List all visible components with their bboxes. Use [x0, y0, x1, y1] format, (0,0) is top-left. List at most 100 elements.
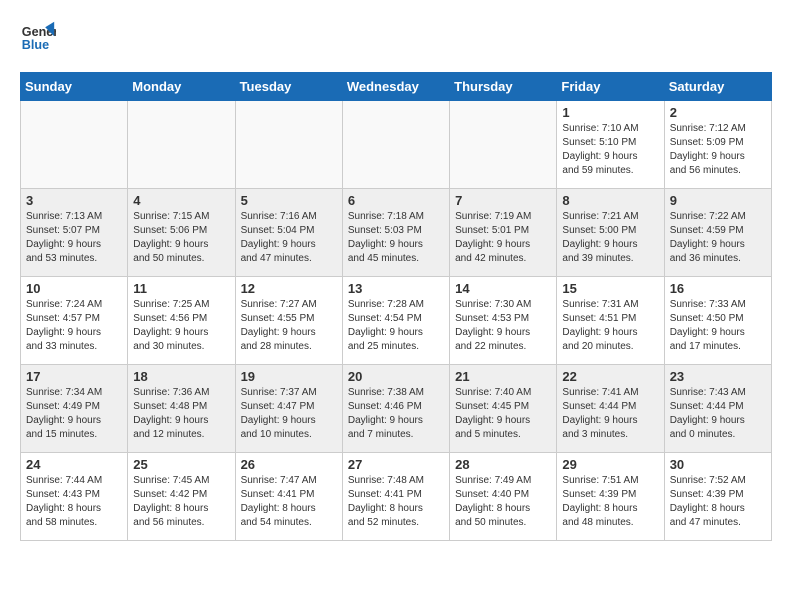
calendar-cell: 23 Sunrise: 7:43 AM Sunset: 4:44 PM Dayli… [664, 365, 771, 453]
weekday-header-wednesday: Wednesday [342, 73, 449, 101]
day-number: 18 [133, 369, 229, 384]
svg-text:Blue: Blue [22, 38, 49, 52]
cell-text: Sunrise: 7:44 AM Sunset: 4:43 PM Dayligh… [26, 474, 122, 530]
cell-text: Sunrise: 7:13 AM Sunset: 5:07 PM Dayligh… [26, 210, 122, 266]
cell-text: Sunrise: 7:40 AM Sunset: 4:45 PM Dayligh… [455, 386, 551, 442]
cell-text: Sunrise: 7:12 AM Sunset: 5:09 PM Dayligh… [670, 122, 766, 178]
cell-text: Sunrise: 7:36 AM Sunset: 4:48 PM Dayligh… [133, 386, 229, 442]
weekday-header-monday: Monday [128, 73, 235, 101]
day-number: 11 [133, 281, 229, 296]
cell-text: Sunrise: 7:41 AM Sunset: 4:44 PM Dayligh… [562, 386, 658, 442]
cell-text: Sunrise: 7:16 AM Sunset: 5:04 PM Dayligh… [241, 210, 337, 266]
calendar-cell [21, 101, 128, 189]
cell-text: Sunrise: 7:31 AM Sunset: 4:51 PM Dayligh… [562, 298, 658, 354]
calendar-cell: 1 Sunrise: 7:10 AM Sunset: 5:10 PM Daylig… [557, 101, 664, 189]
day-number: 13 [348, 281, 444, 296]
calendar-cell: 29 Sunrise: 7:51 AM Sunset: 4:39 PM Dayli… [557, 453, 664, 541]
calendar-cell: 15 Sunrise: 7:31 AM Sunset: 4:51 PM Dayli… [557, 277, 664, 365]
cell-text: Sunrise: 7:27 AM Sunset: 4:55 PM Dayligh… [241, 298, 337, 354]
day-number: 23 [670, 369, 766, 384]
day-number: 21 [455, 369, 551, 384]
weekday-header-row: SundayMondayTuesdayWednesdayThursdayFrid… [21, 73, 772, 101]
cell-text: Sunrise: 7:15 AM Sunset: 5:06 PM Dayligh… [133, 210, 229, 266]
calendar-cell: 17 Sunrise: 7:34 AM Sunset: 4:49 PM Dayli… [21, 365, 128, 453]
cell-text: Sunrise: 7:30 AM Sunset: 4:53 PM Dayligh… [455, 298, 551, 354]
calendar-cell: 25 Sunrise: 7:45 AM Sunset: 4:42 PM Dayli… [128, 453, 235, 541]
calendar-cell: 13 Sunrise: 7:28 AM Sunset: 4:54 PM Dayli… [342, 277, 449, 365]
day-number: 25 [133, 457, 229, 472]
calendar-cell: 27 Sunrise: 7:48 AM Sunset: 4:41 PM Dayli… [342, 453, 449, 541]
cell-text: Sunrise: 7:25 AM Sunset: 4:56 PM Dayligh… [133, 298, 229, 354]
calendar-cell: 22Sunrise: 7:41 AM Sunset: 4:44 PM Dayli… [557, 365, 664, 453]
day-number: 24 [26, 457, 122, 472]
day-number: 1 [562, 105, 658, 120]
weekday-header-friday: Friday [557, 73, 664, 101]
cell-text: Sunrise: 7:18 AM Sunset: 5:03 PM Dayligh… [348, 210, 444, 266]
cell-text: Sunrise: 7:45 AM Sunset: 4:42 PM Dayligh… [133, 474, 229, 530]
day-number: 17 [26, 369, 122, 384]
calendar-cell: 9 Sunrise: 7:22 AM Sunset: 4:59 PM Daylig… [664, 189, 771, 277]
calendar-cell: 7 Sunrise: 7:19 AM Sunset: 5:01 PM Daylig… [450, 189, 557, 277]
header: General Blue [20, 20, 772, 56]
day-number: 10 [26, 281, 122, 296]
cell-text: Sunrise: 7:43 AM Sunset: 4:44 PM Dayligh… [670, 386, 766, 442]
cell-text: Sunrise: 7:21 AM Sunset: 5:00 PM Dayligh… [562, 210, 658, 266]
calendar-cell: 8 Sunrise: 7:21 AM Sunset: 5:00 PM Daylig… [557, 189, 664, 277]
day-number: 14 [455, 281, 551, 296]
day-number: 28 [455, 457, 551, 472]
cell-text: Sunrise: 7:28 AM Sunset: 4:54 PM Dayligh… [348, 298, 444, 354]
calendar-cell: 3 Sunrise: 7:13 AM Sunset: 5:07 PM Daylig… [21, 189, 128, 277]
cell-text: Sunrise: 7:10 AM Sunset: 5:10 PM Dayligh… [562, 122, 658, 178]
day-number: 5 [241, 193, 337, 208]
day-number: 8 [562, 193, 658, 208]
day-number: 2 [670, 105, 766, 120]
cell-text: Sunrise: 7:19 AM Sunset: 5:01 PM Dayligh… [455, 210, 551, 266]
calendar-cell: 21 Sunrise: 7:40 AM Sunset: 4:45 PM Dayli… [450, 365, 557, 453]
day-number: 7 [455, 193, 551, 208]
day-number: 20 [348, 369, 444, 384]
day-number: 16 [670, 281, 766, 296]
week-row-2: 10 Sunrise: 7:24 AM Sunset: 4:57 PM Dayli… [21, 277, 772, 365]
day-number: 19 [241, 369, 337, 384]
cell-text: Sunrise: 7:34 AM Sunset: 4:49 PM Dayligh… [26, 386, 122, 442]
weekday-header-tuesday: Tuesday [235, 73, 342, 101]
calendar-cell: 5 Sunrise: 7:16 AM Sunset: 5:04 PM Daylig… [235, 189, 342, 277]
cell-text: Sunrise: 7:38 AM Sunset: 4:46 PM Dayligh… [348, 386, 444, 442]
logo-icon: General Blue [20, 20, 56, 56]
week-row-4: 24 Sunrise: 7:44 AM Sunset: 4:43 PM Dayli… [21, 453, 772, 541]
cell-text: Sunrise: 7:22 AM Sunset: 4:59 PM Dayligh… [670, 210, 766, 266]
day-number: 3 [26, 193, 122, 208]
calendar-cell: 12Sunrise: 7:27 AM Sunset: 4:55 PM Dayli… [235, 277, 342, 365]
calendar-cell: 2 Sunrise: 7:12 AM Sunset: 5:09 PM Daylig… [664, 101, 771, 189]
day-number: 9 [670, 193, 766, 208]
weekday-header-thursday: Thursday [450, 73, 557, 101]
day-number: 6 [348, 193, 444, 208]
day-number: 27 [348, 457, 444, 472]
day-number: 29 [562, 457, 658, 472]
cell-text: Sunrise: 7:24 AM Sunset: 4:57 PM Dayligh… [26, 298, 122, 354]
cell-text: Sunrise: 7:52 AM Sunset: 4:39 PM Dayligh… [670, 474, 766, 530]
calendar-cell: 4Sunrise: 7:15 AM Sunset: 5:06 PM Daylig… [128, 189, 235, 277]
week-row-0: 1 Sunrise: 7:10 AM Sunset: 5:10 PM Daylig… [21, 101, 772, 189]
cell-text: Sunrise: 7:49 AM Sunset: 4:40 PM Dayligh… [455, 474, 551, 530]
cell-text: Sunrise: 7:51 AM Sunset: 4:39 PM Dayligh… [562, 474, 658, 530]
cell-text: Sunrise: 7:37 AM Sunset: 4:47 PM Dayligh… [241, 386, 337, 442]
calendar-cell: 19 Sunrise: 7:37 AM Sunset: 4:47 PM Dayli… [235, 365, 342, 453]
calendar-cell: 14 Sunrise: 7:30 AM Sunset: 4:53 PM Dayli… [450, 277, 557, 365]
calendar: SundayMondayTuesdayWednesdayThursdayFrid… [20, 72, 772, 541]
calendar-cell: 24 Sunrise: 7:44 AM Sunset: 4:43 PM Dayli… [21, 453, 128, 541]
calendar-cell: 10 Sunrise: 7:24 AM Sunset: 4:57 PM Dayli… [21, 277, 128, 365]
day-number: 26 [241, 457, 337, 472]
weekday-header-saturday: Saturday [664, 73, 771, 101]
day-number: 30 [670, 457, 766, 472]
day-number: 15 [562, 281, 658, 296]
week-row-1: 3 Sunrise: 7:13 AM Sunset: 5:07 PM Daylig… [21, 189, 772, 277]
calendar-cell: 28 Sunrise: 7:49 AM Sunset: 4:40 PM Dayli… [450, 453, 557, 541]
logo: General Blue [20, 20, 56, 56]
cell-text: Sunrise: 7:48 AM Sunset: 4:41 PM Dayligh… [348, 474, 444, 530]
calendar-cell: 20 Sunrise: 7:38 AM Sunset: 4:46 PM Dayli… [342, 365, 449, 453]
calendar-cell [342, 101, 449, 189]
calendar-cell: 11 Sunrise: 7:25 AM Sunset: 4:56 PM Dayli… [128, 277, 235, 365]
calendar-cell: 26Sunrise: 7:47 AM Sunset: 4:41 PM Dayli… [235, 453, 342, 541]
calendar-cell [450, 101, 557, 189]
